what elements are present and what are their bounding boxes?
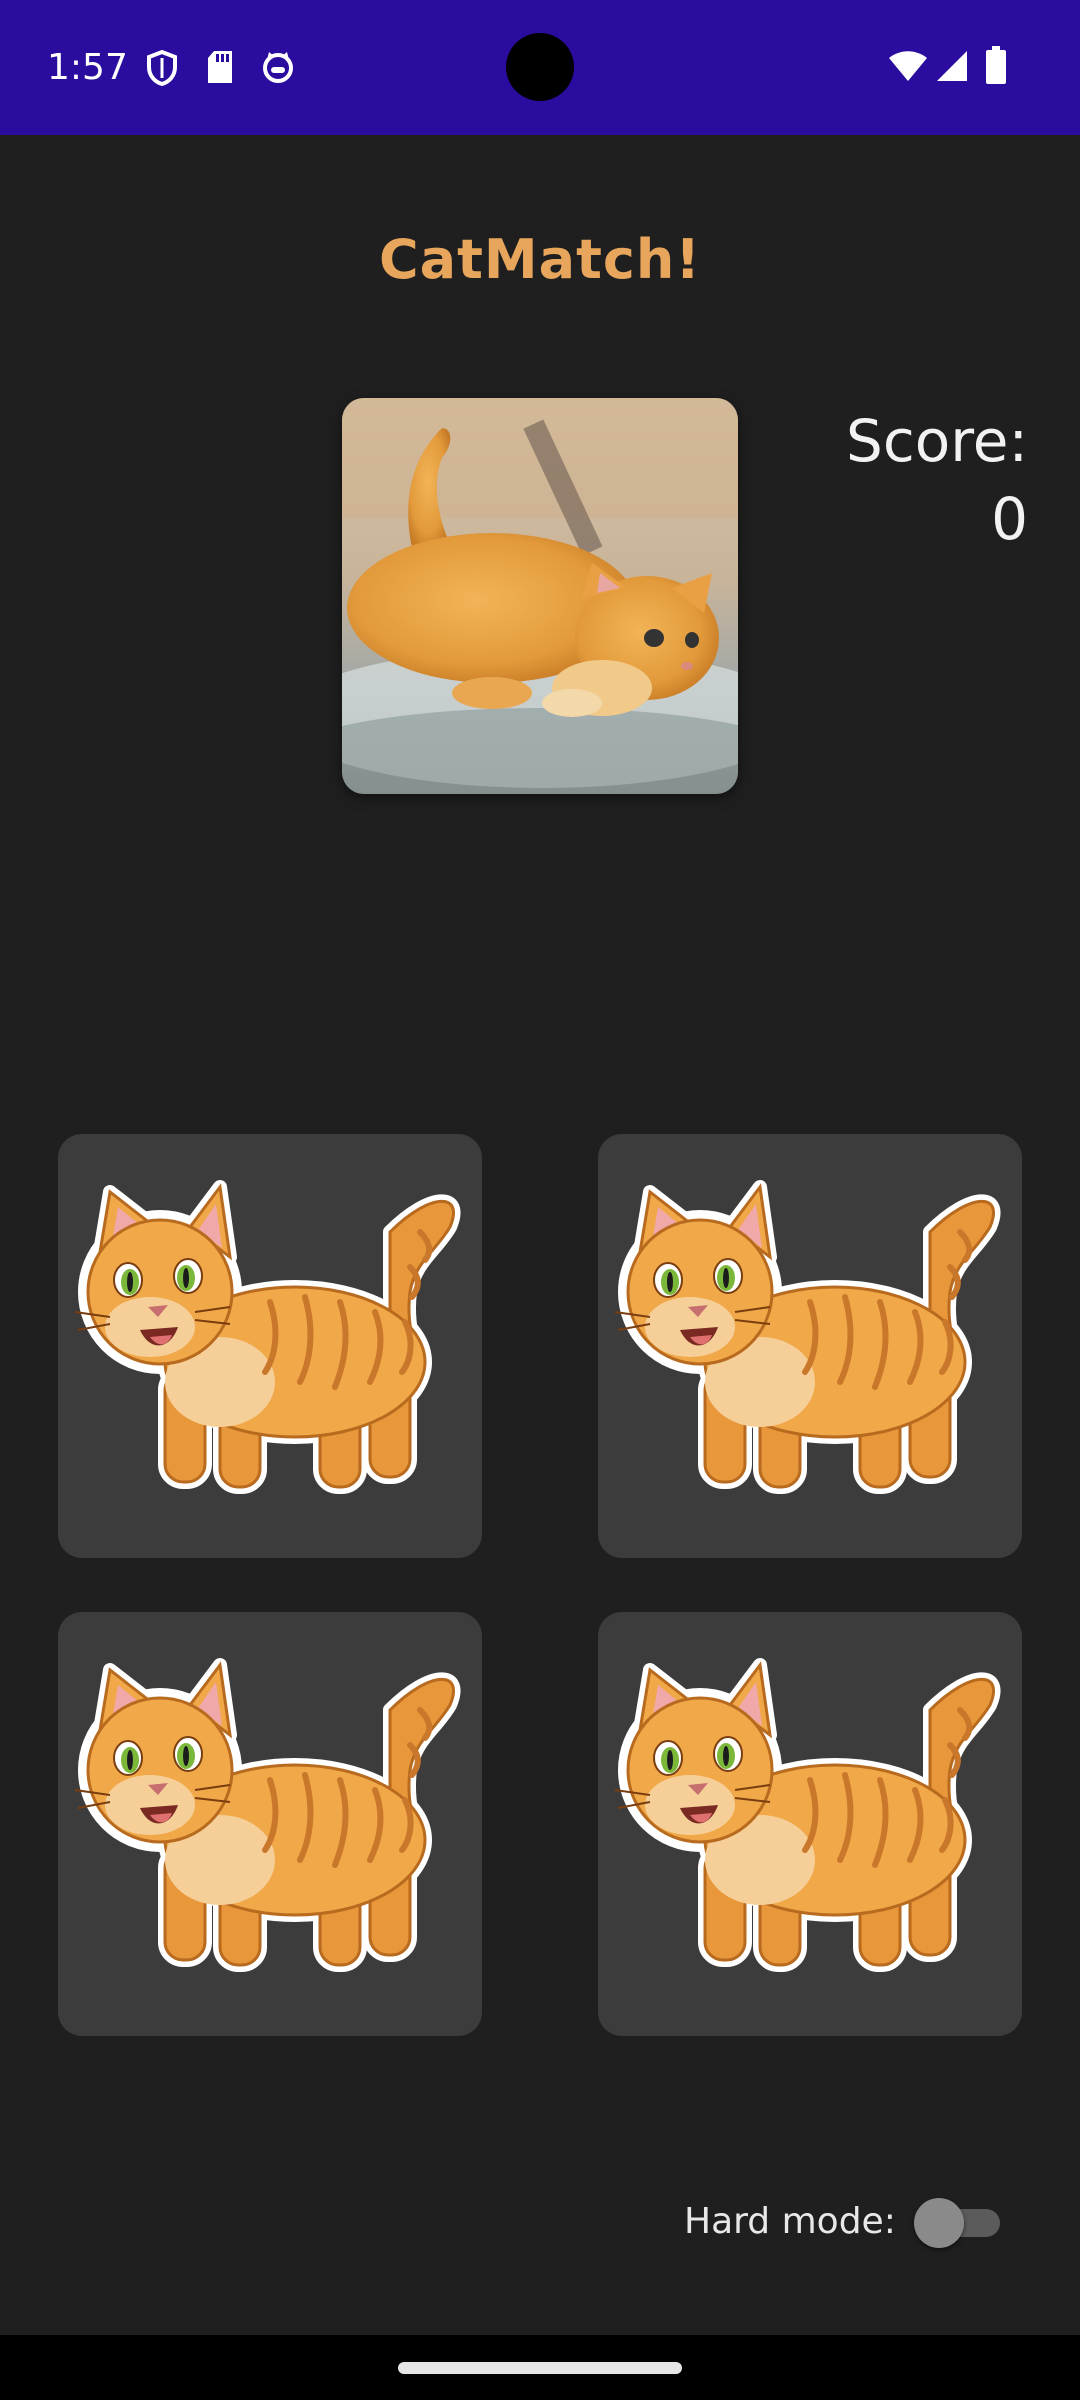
camera-cutout [506, 33, 574, 101]
cat-card-4[interactable] [598, 1612, 1022, 2036]
cartoon-cat-icon [610, 1650, 1010, 1990]
cat-card-2[interactable] [598, 1134, 1022, 1558]
cat-card-1[interactable] [58, 1134, 482, 1558]
wifi-icon [888, 50, 928, 86]
navigation-bar [0, 2335, 1080, 2400]
cat-card-3[interactable] [58, 1612, 482, 2036]
score-value: 0 [991, 485, 1028, 553]
cell-signal-icon [936, 50, 968, 86]
status-time: 1:57 [47, 47, 128, 88]
cartoon-cat-icon [70, 1172, 470, 1512]
home-gesture-handle[interactable] [398, 2362, 682, 2374]
status-bar: 1:57 [0, 0, 1080, 135]
cartoon-cat-icon [610, 1172, 1010, 1512]
app-title: CatMatch! [379, 228, 701, 291]
hard-mode-switch[interactable] [914, 2197, 1000, 2248]
cartoon-cat-icon [70, 1650, 470, 1990]
sd-card-icon [206, 50, 234, 88]
battery-icon [986, 46, 1006, 88]
hard-mode-label: Hard mode: [684, 2201, 896, 2242]
score-label: Score: [846, 407, 1028, 475]
shield-icon [146, 49, 178, 90]
switch-thumb [914, 2198, 964, 2248]
cat-face-icon [261, 50, 295, 88]
target-kitten-photo [342, 398, 738, 794]
